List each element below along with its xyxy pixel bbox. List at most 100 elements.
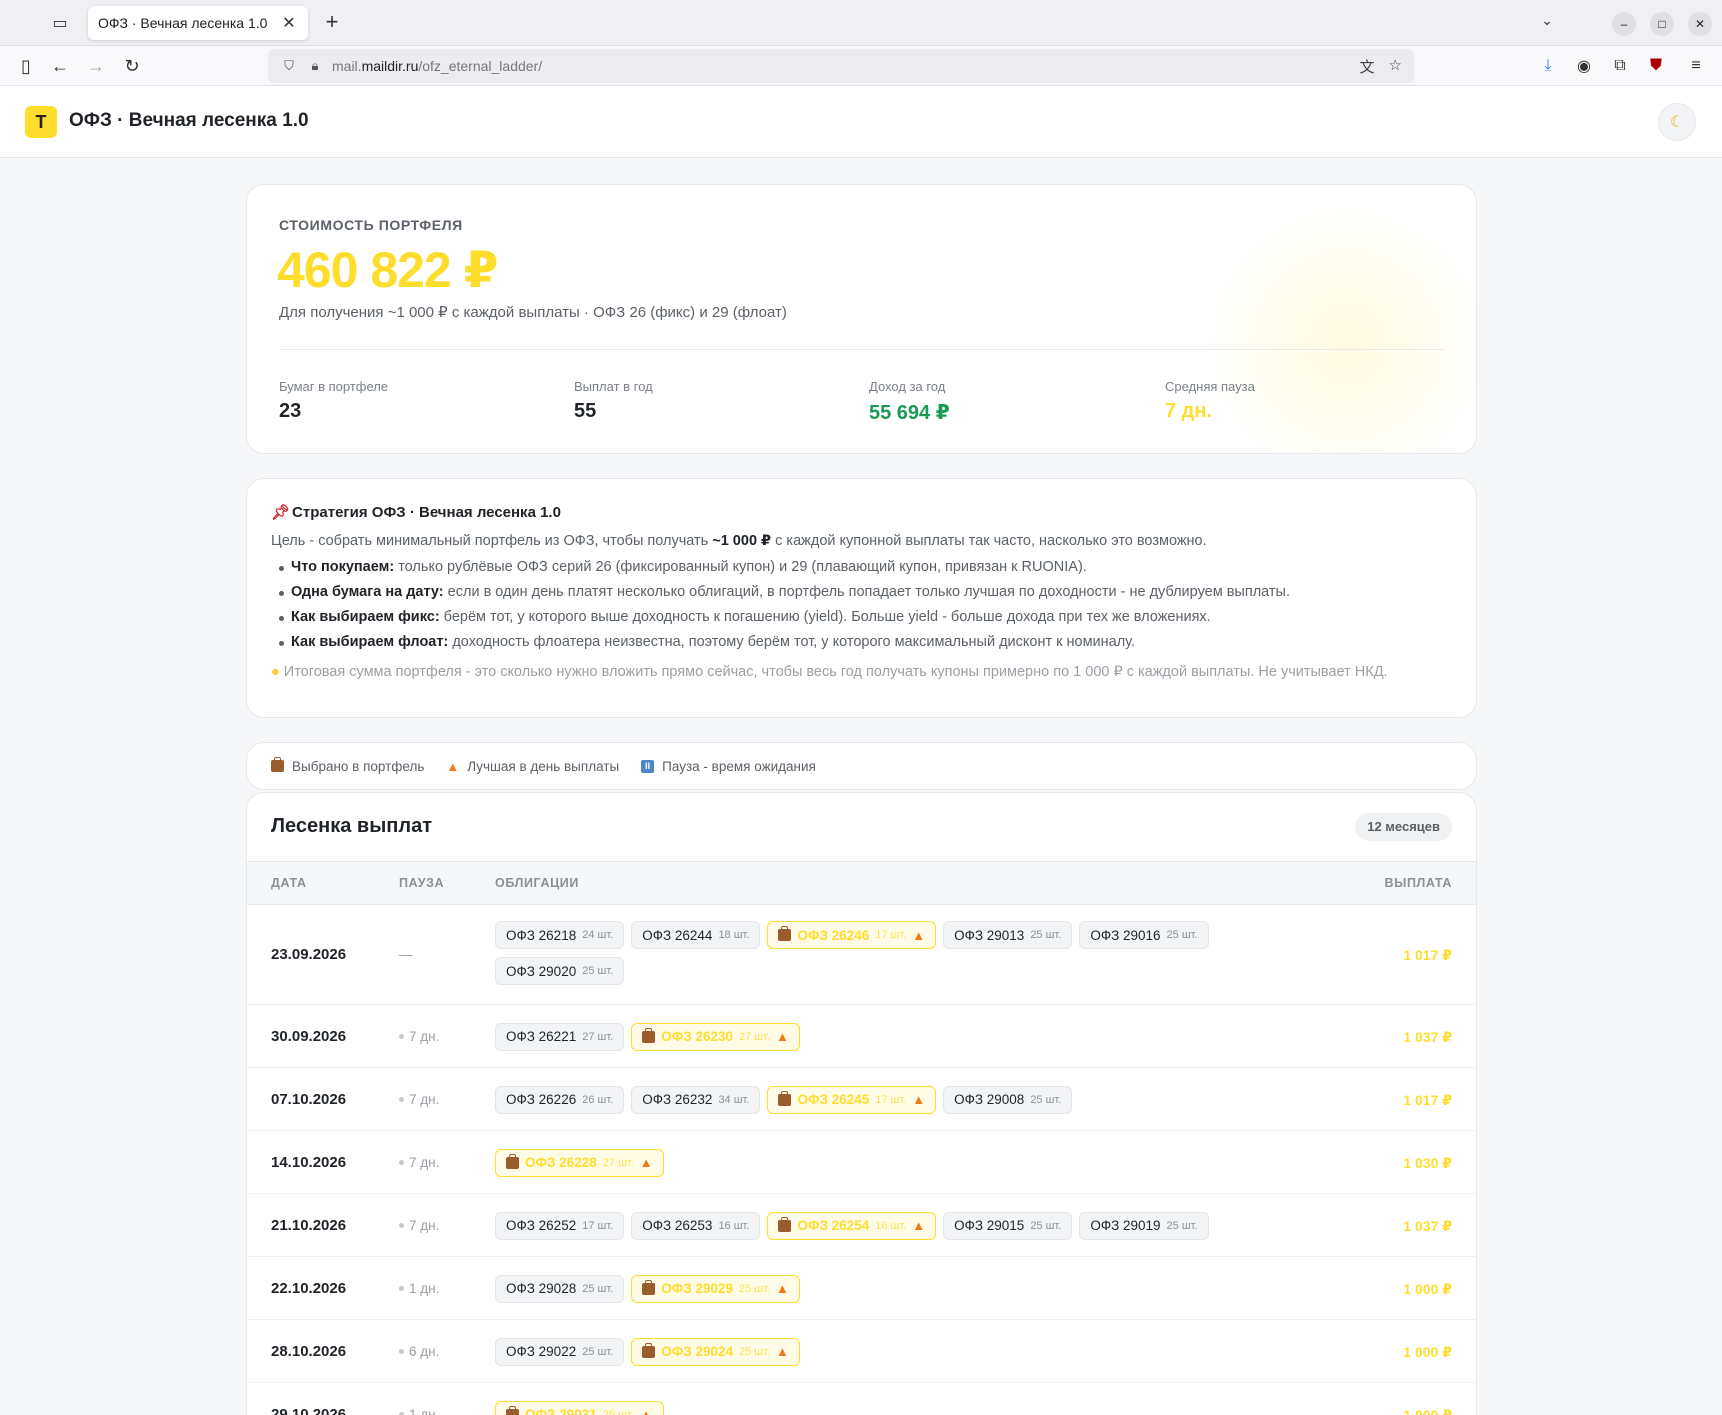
legend-bar: Выбрано в портфель ▲ Лучшая в день выплат… xyxy=(246,742,1477,790)
row-payment: 1 000 ₽ xyxy=(1403,1343,1452,1360)
bond-qty: 25 шт. xyxy=(739,1282,770,1295)
pause-text: — xyxy=(399,947,413,962)
row-bonds: ОФЗ 29022 25 шт. ОФЗ 29024 25 шт. ▲ xyxy=(495,1337,1255,1366)
chevron-down-icon[interactable]: ⌄ xyxy=(1536,12,1558,34)
bond-chip-selected[interactable]: ОФЗ 29029 25 шт. ▲ xyxy=(631,1274,800,1303)
app-title: ОФЗ · Вечная лесенка 1.0 xyxy=(69,110,309,131)
bond-chip-selected[interactable]: ОФЗ 26246 17 шт. ▲ xyxy=(767,921,937,949)
row-pause: 7 дн. xyxy=(399,1092,439,1107)
app-header: Т ОФЗ · Вечная лесенка 1.0 ☾ xyxy=(0,86,1722,158)
bond-qty: 27 шт. xyxy=(582,1030,614,1043)
url-text[interactable]: mail.maildir.ru/ofz_eternal_ladder/ xyxy=(332,58,1360,74)
strategy-title-text: Стратегия ОФЗ · Вечная лесенка 1.0 xyxy=(292,504,561,521)
account-icon[interactable]: ◉ xyxy=(1572,54,1596,78)
row-payment: 1 030 ₽ xyxy=(1403,1154,1452,1171)
bond-chip-selected[interactable]: ОФЗ 26228 27 шт. ▲ xyxy=(495,1148,664,1177)
extensions-icon[interactable]: ⧉ xyxy=(1608,54,1632,78)
theme-toggle-button[interactable]: ☾ xyxy=(1658,103,1696,141)
bond-chip-selected[interactable]: ОФЗ 26254 16 шт. ▲ xyxy=(767,1211,937,1240)
bond-chip[interactable]: ОФЗ 26218 24 шт. xyxy=(495,921,625,949)
bond-qty: 16 шт. xyxy=(875,1219,907,1232)
minimize-icon[interactable]: – xyxy=(1612,12,1636,36)
bond-chip[interactable]: ОФЗ 29015 25 шт. xyxy=(943,1211,1073,1240)
bond-name: ОФЗ 26232 xyxy=(642,1092,713,1107)
rule-text: если в один день платят несколько облига… xyxy=(443,584,1290,600)
bond-name: ОФЗ 29029 xyxy=(661,1281,733,1296)
strategy-rules: Что покупаем: только рублёвые ОФЗ серий … xyxy=(271,559,1452,650)
menu-icon[interactable]: ≡ xyxy=(1684,54,1708,78)
bond-chip[interactable]: ОФЗ 29008 25 шт. xyxy=(943,1085,1073,1114)
bond-chip[interactable]: ОФЗ 26244 18 шт. xyxy=(631,921,761,949)
browser-tab[interactable]: ОФЗ · Вечная лесенка 1.0 ✕ xyxy=(88,6,308,40)
bond-name: ОФЗ 29022 xyxy=(506,1344,577,1359)
sidebar-icon[interactable]: ▯ xyxy=(14,54,38,78)
stat-value: 23 xyxy=(279,400,302,422)
bond-chip[interactable]: ОФЗ 29013 25 шт. xyxy=(943,921,1073,949)
tab-manager-icon[interactable]: ▭ xyxy=(48,12,72,34)
bond-chip[interactable]: ОФЗ 29028 25 шт. xyxy=(495,1274,625,1303)
bond-chip[interactable]: ОФЗ 26226 26 шт. xyxy=(495,1085,625,1114)
pause-text: 7 дн. xyxy=(409,1028,440,1044)
url-bar[interactable]: ⛉ 🔒︎ mail.maildir.ru/ofz_eternal_ladder/… xyxy=(268,49,1414,83)
bond-chip-selected[interactable]: ОФЗ 26245 17 шт. ▲ xyxy=(767,1085,937,1114)
row-pause: 7 дн. xyxy=(399,1218,439,1233)
forward-icon[interactable]: → xyxy=(84,54,108,78)
bond-qty: 17 шт. xyxy=(875,1093,907,1106)
back-icon[interactable]: ← xyxy=(48,54,72,78)
bookmark-star-icon[interactable]: ☆ xyxy=(1389,56,1402,77)
close-icon[interactable]: ✕ xyxy=(280,14,298,32)
bond-chip[interactable]: ОФЗ 29020 25 шт. xyxy=(495,957,625,985)
browser-navbar: ▯ ← → ↻ ⛉ 🔒︎ mail.maildir.ru/ofz_eternal… xyxy=(0,46,1722,86)
bond-chip[interactable]: ОФЗ 26253 16 шт. xyxy=(631,1211,761,1240)
reload-icon[interactable]: ↻ xyxy=(120,54,144,78)
bond-name: ОФЗ 29020 xyxy=(506,963,577,979)
bond-chip[interactable]: ОФЗ 26252 17 шт. xyxy=(495,1211,625,1240)
new-tab-icon[interactable]: + xyxy=(320,11,344,34)
download-icon[interactable]: ⤓ xyxy=(1536,54,1560,78)
bond-chip[interactable]: ОФЗ 29016 25 шт. xyxy=(1079,921,1209,949)
row-pause: 1 дн. xyxy=(399,1407,439,1415)
legend-label: Выбрано в портфель xyxy=(292,758,425,774)
bond-name: ОФЗ 29024 xyxy=(661,1344,733,1359)
header-bonds: ОБЛИГАЦИИ xyxy=(495,876,579,890)
table-row: 30.09.2026 7 дн. ОФЗ 26221 27 шт. ОФЗ 26230 2… xyxy=(247,1005,1476,1068)
url-host: maildir.ru xyxy=(361,58,419,74)
bond-chip-selected[interactable]: ОФЗ 29031 25 шт. ▲ xyxy=(495,1400,664,1415)
pause-dot-icon xyxy=(399,1223,404,1229)
bond-name: ОФЗ 29008 xyxy=(954,1092,1025,1107)
bond-chip[interactable]: ОФЗ 26221 27 шт. xyxy=(495,1022,625,1051)
bond-chip[interactable]: ОФЗ 29019 25 шт. xyxy=(1079,1211,1209,1240)
bond-chip-selected[interactable]: ОФЗ 29024 25 шт. ▲ xyxy=(631,1337,800,1366)
row-payment: 1 000 ₽ xyxy=(1403,1406,1452,1415)
row-bonds: ОФЗ 29028 25 шт. ОФЗ 29029 25 шт. ▲ xyxy=(495,1274,1255,1303)
bond-chip[interactable]: ОФЗ 26232 34 шт. xyxy=(631,1085,761,1114)
bond-qty: 27 шт. xyxy=(739,1030,770,1043)
ublock-icon[interactable]: ⛊ xyxy=(1644,54,1668,78)
table-row: 14.10.2026 7 дн. ОФЗ 26228 27 шт. ▲ 1 030 ₽ xyxy=(247,1131,1476,1194)
portfolio-card: СТОИМОСТЬ ПОРТФЕЛЯ 460 822 ₽ Для получен… xyxy=(246,184,1477,454)
pause-text: 7 дн. xyxy=(409,1154,440,1170)
pause-text: 1 дн. xyxy=(409,1280,440,1296)
briefcase-icon xyxy=(778,1090,792,1106)
table-row: 28.10.2026 6 дн. ОФЗ 29022 25 шт. ОФЗ 29024 2… xyxy=(247,1320,1476,1383)
table-row: 29.10.2026 1 дн. ОФЗ 29031 25 шт. ▲ 1 000 ₽ xyxy=(247,1383,1476,1415)
goal-text: Цель - собрать минимальный портфель из О… xyxy=(271,533,713,549)
portfolio-subtitle: Для получения ~1 000 ₽ с каждой выплаты … xyxy=(279,304,787,321)
legend-best: ▲ Лучшая в день выплаты xyxy=(446,759,619,774)
fire-icon: ▲ xyxy=(639,1407,653,1415)
briefcase-icon xyxy=(506,1405,519,1415)
fire-icon: ▲ xyxy=(912,1218,926,1233)
bond-name: ОФЗ 29028 xyxy=(506,1281,577,1296)
translate-icon[interactable]: 文 xyxy=(1360,56,1375,77)
bond-qty: 24 шт. xyxy=(582,929,614,941)
stat-label: Выплат в год xyxy=(574,379,653,394)
bond-name: ОФЗ 29015 xyxy=(954,1218,1025,1233)
close-window-icon[interactable]: ✕ xyxy=(1688,12,1712,36)
fire-icon: ▲ xyxy=(776,1281,789,1296)
briefcase-icon xyxy=(642,1027,656,1043)
row-date: 23.09.2026 xyxy=(271,946,347,963)
strategy-note: ● Итоговая сумма портфеля - это сколько н… xyxy=(271,664,1452,680)
bond-chip-selected[interactable]: ОФЗ 26230 27 шт. ▲ xyxy=(631,1022,800,1051)
bond-chip[interactable]: ОФЗ 29022 25 шт. xyxy=(495,1337,625,1366)
maximize-icon[interactable]: □ xyxy=(1650,12,1674,36)
